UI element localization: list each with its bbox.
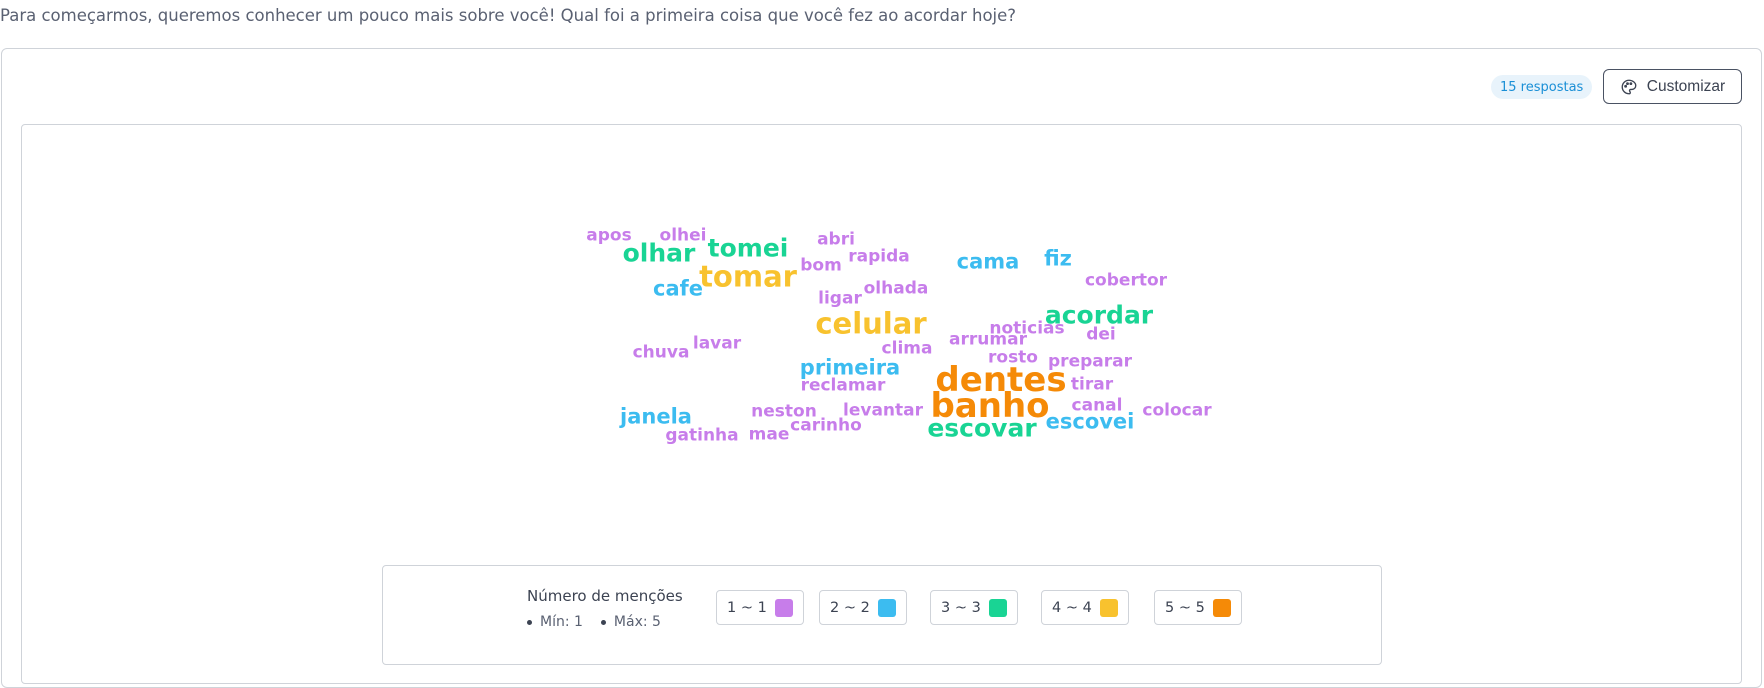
palette-icon <box>1621 79 1637 94</box>
word-dei: dei <box>1086 324 1116 345</box>
range-label: 3 ~ 3 <box>941 599 981 616</box>
word-lavar: lavar <box>692 333 742 354</box>
word-janela: janela <box>620 404 692 429</box>
word-reclamar: reclamar <box>800 375 886 396</box>
word-escovar: escovar <box>927 413 1037 443</box>
range-label: 5 ~ 5 <box>1165 599 1205 616</box>
range-label: 1 ~ 1 <box>727 599 767 616</box>
color-swatch <box>988 598 1007 617</box>
question-text: Para começarmos, queremos conhecer um po… <box>0 6 1017 25</box>
word-chuva: chuva <box>632 342 690 363</box>
legend-range-4[interactable]: 4 ~ 4 <box>1041 590 1129 625</box>
word-gatinha: gatinha <box>665 425 739 446</box>
legend-range-2[interactable]: 2 ~ 2 <box>819 590 907 625</box>
word-tomar: tomar <box>699 259 797 294</box>
legend-range-5[interactable]: 5 ~ 5 <box>1154 590 1242 625</box>
legend-stats: Mín: 1 Máx: 5 <box>527 614 661 630</box>
legend-range-1[interactable]: 1 ~ 1 <box>716 590 804 625</box>
word-olhada: olhada <box>863 278 929 299</box>
word-rapida: rapida <box>848 246 910 267</box>
word-bom: bom <box>800 255 842 276</box>
color-swatch <box>774 598 793 617</box>
word-cobertor: cobertor <box>1084 270 1168 291</box>
color-swatch <box>1099 598 1118 617</box>
customize-button[interactable]: Customizar <box>1603 69 1742 104</box>
word-fiz: fiz <box>1044 246 1072 271</box>
legend-max: Máx: 5 <box>613 614 661 630</box>
word-olhar: olhar <box>622 238 696 268</box>
range-label: 2 ~ 2 <box>830 599 870 616</box>
word-carinho: carinho <box>790 415 862 436</box>
legend-title: Número de menções <box>527 587 683 605</box>
bullet-icon <box>600 619 606 625</box>
color-swatch <box>877 598 896 617</box>
word-mae: mae <box>748 424 790 445</box>
responses-badge: 15 respostas <box>1491 75 1593 99</box>
color-swatch <box>1212 598 1231 617</box>
range-label: 4 ~ 4 <box>1052 599 1092 616</box>
word-celular: celular <box>815 306 927 341</box>
word-escovei: escovei <box>1045 409 1135 434</box>
word-cama: cama <box>956 249 1020 274</box>
customize-label: Customizar <box>1646 77 1726 95</box>
word-ligar: ligar <box>818 288 862 309</box>
word-tomei: tomei <box>707 233 789 263</box>
word-colocar: colocar <box>1142 400 1212 421</box>
word-tirar: tirar <box>1070 374 1114 395</box>
word-arrumar: arrumar <box>949 329 1027 350</box>
word-cafe: cafe <box>653 276 703 301</box>
legend-range-3[interactable]: 3 ~ 3 <box>930 590 1018 625</box>
bullet-icon <box>527 619 532 625</box>
legend-min: Mín: 1 <box>540 614 583 630</box>
